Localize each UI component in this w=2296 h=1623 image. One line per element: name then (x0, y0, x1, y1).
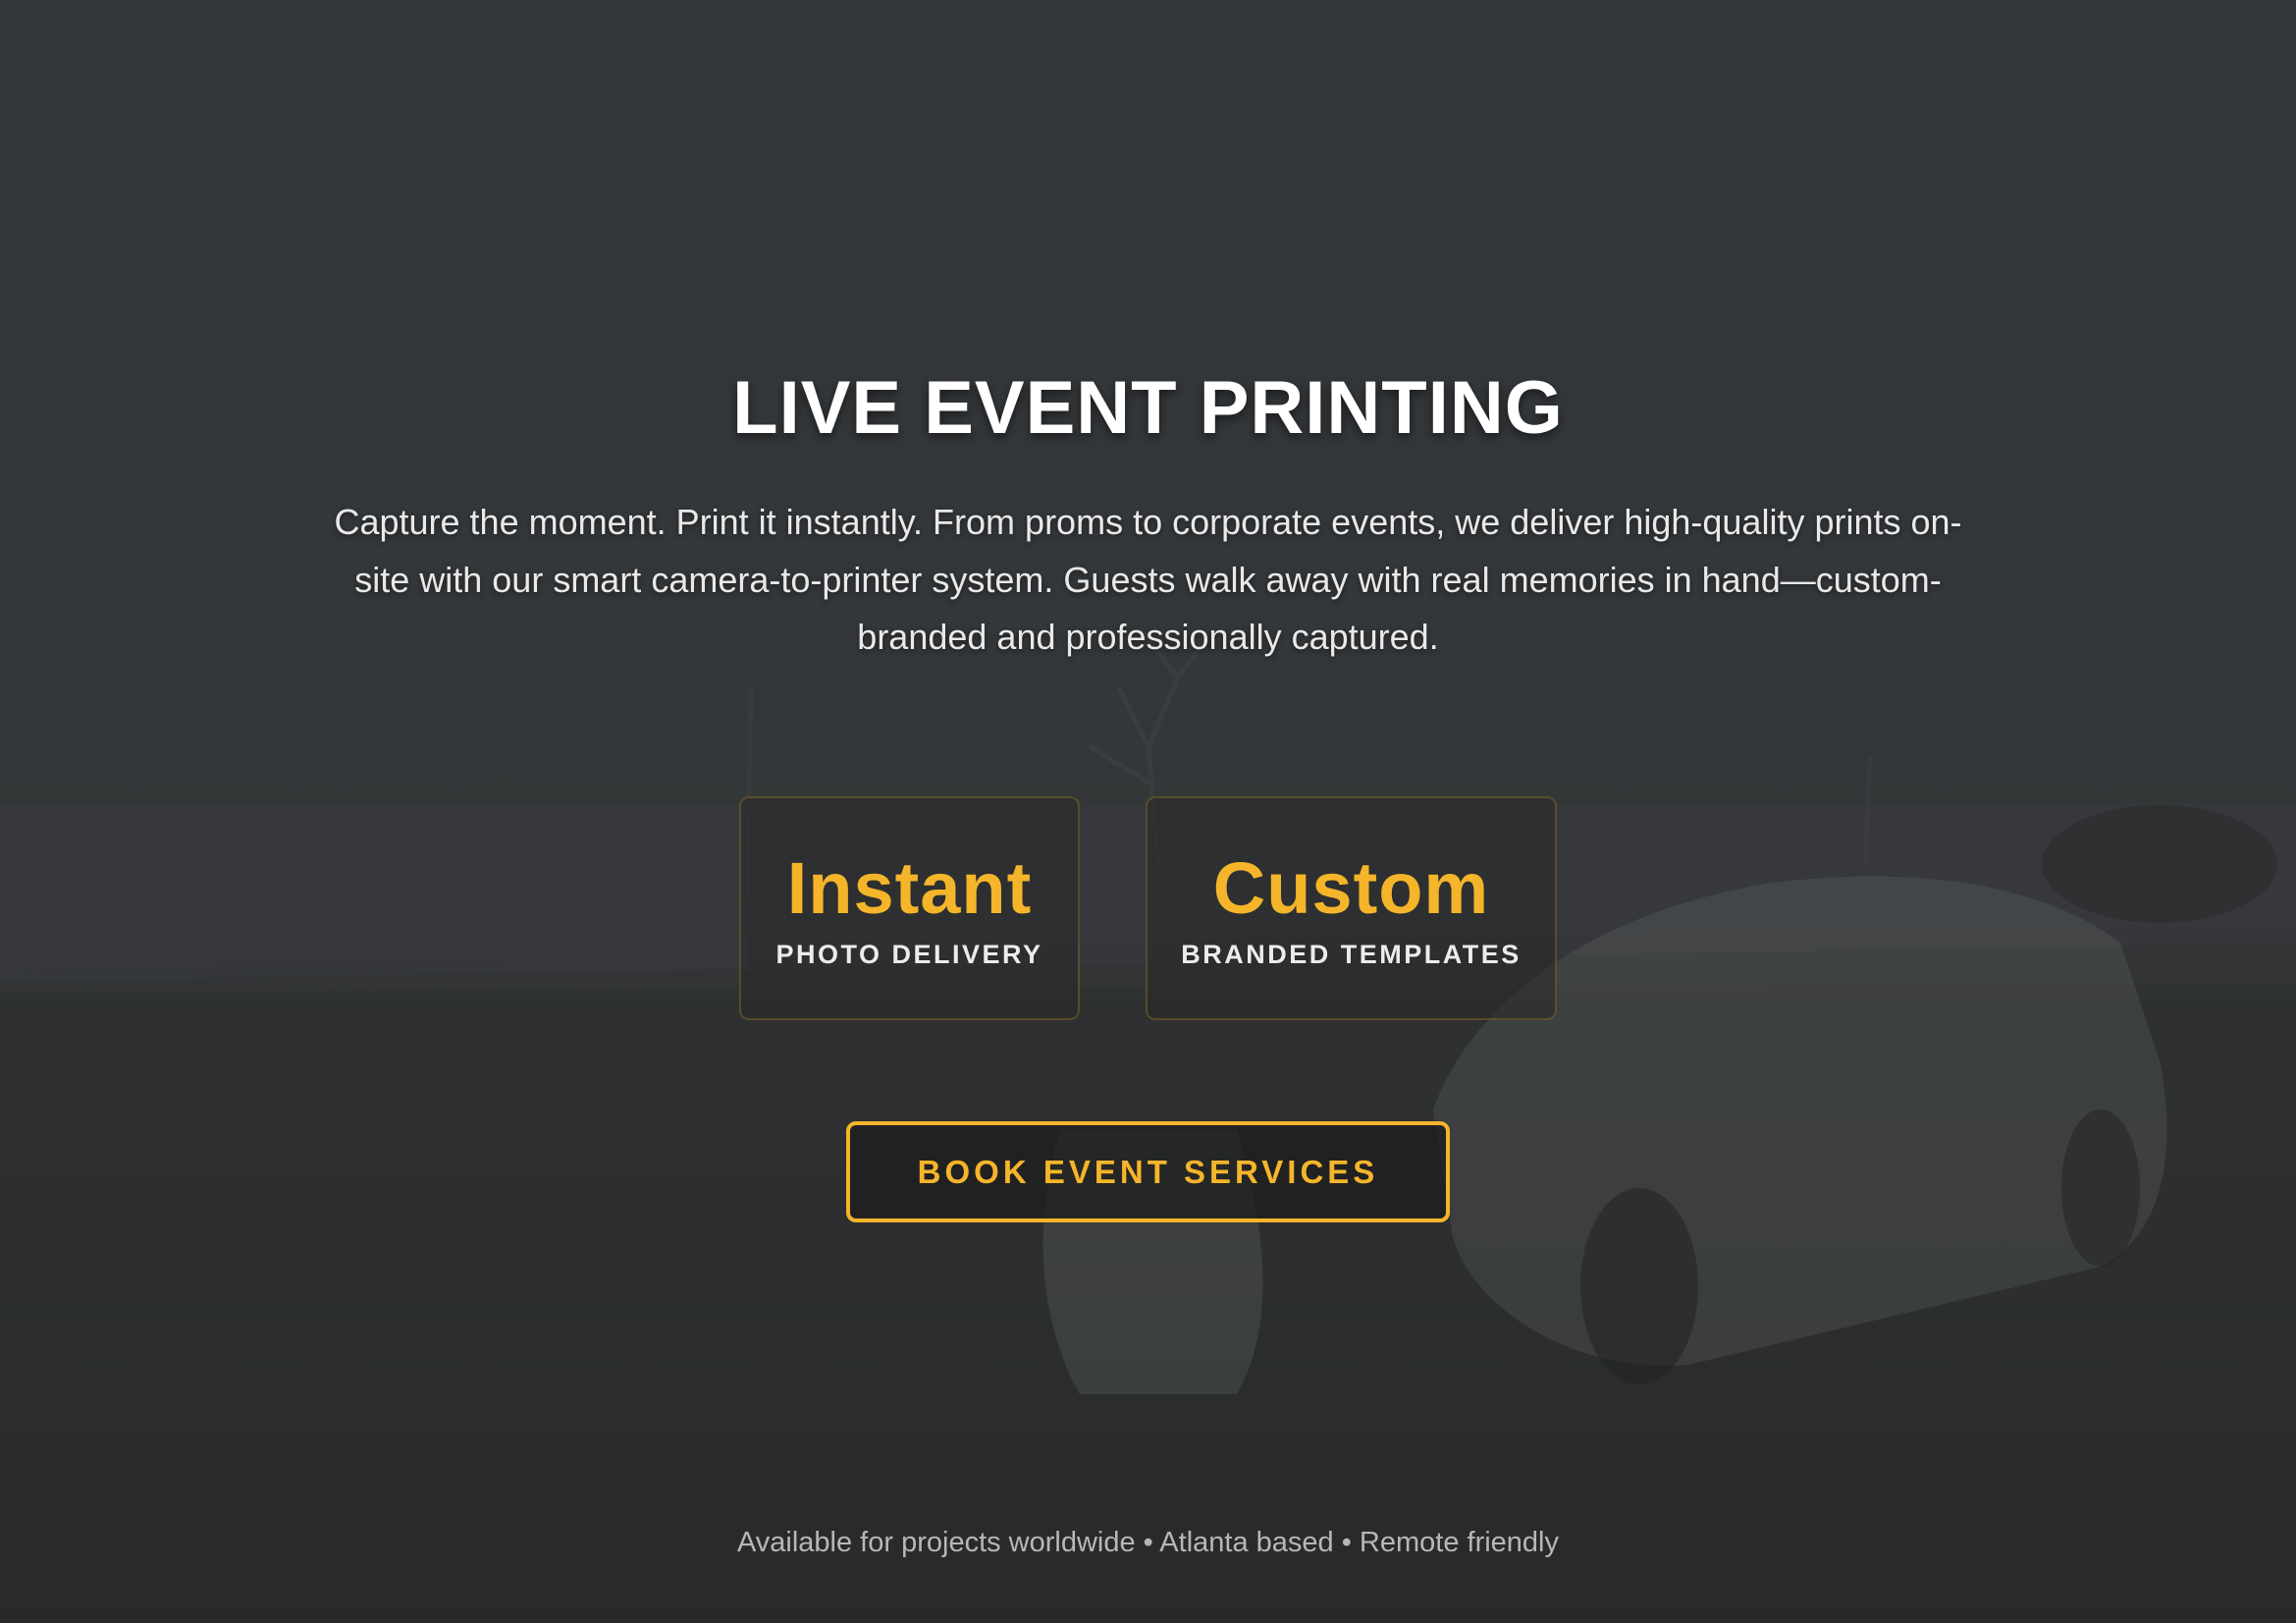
hero-content: LIVE EVENT PRINTING Capture the moment. … (0, 0, 2296, 1623)
stat-value: Custom (1212, 847, 1490, 929)
hero-section: LIVE EVENT PRINTING Capture the moment. … (0, 0, 2296, 1623)
hero-description: Capture the moment. Print it instantly. … (334, 502, 1962, 657)
stat-card-instant: Instant PHOTO DELIVERY (739, 796, 1080, 1020)
stat-label: BRANDED TEMPLATES (1181, 940, 1522, 969)
availability-note: Available for projects worldwide • Atlan… (736, 1527, 1560, 1558)
stat-value: Instant (786, 847, 1033, 929)
page-title: LIVE EVENT PRINTING (732, 366, 1564, 450)
book-event-services-button[interactable]: BOOK EVENT SERVICES (846, 1121, 1450, 1222)
stat-label: PHOTO DELIVERY (775, 940, 1043, 969)
stat-card-custom: Custom BRANDED TEMPLATES (1146, 796, 1557, 1020)
